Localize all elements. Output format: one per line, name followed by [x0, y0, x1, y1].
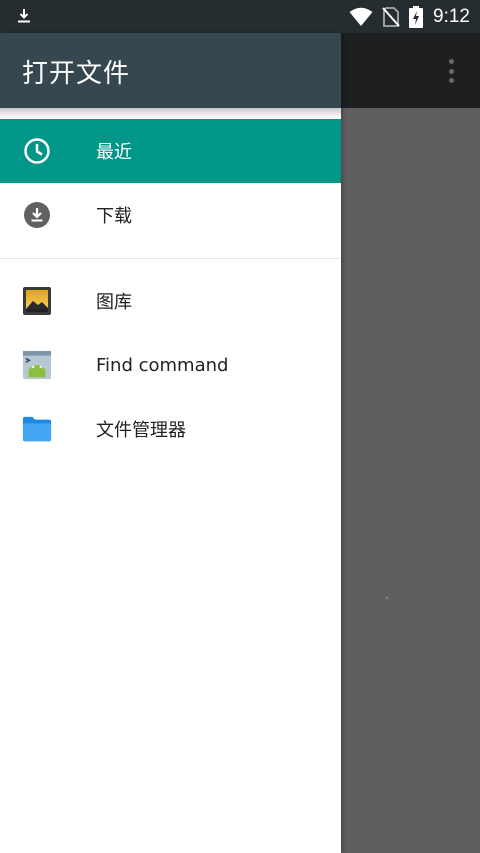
drawer-divider [0, 258, 341, 259]
status-time: 9:12 [433, 6, 470, 27]
nav-item-label: 下载 [96, 206, 132, 227]
nav-item-label: Find command [96, 354, 229, 376]
clock-icon [22, 136, 52, 166]
wifi-icon [349, 7, 373, 26]
download-circle-icon [22, 200, 52, 230]
android-app-icon [22, 350, 52, 380]
nav-item-file-manager[interactable]: 文件管理器 [0, 397, 341, 461]
download-icon [18, 9, 30, 23]
nav-item-recent[interactable]: 最近 [0, 119, 341, 183]
header-shadow [0, 108, 341, 118]
nav-item-gallery[interactable]: 图库 [0, 269, 341, 333]
navigation-drawer: 打开文件 最近 下载 图库 Find command 文件管理器 [0, 33, 341, 853]
scrim-speck [386, 597, 388, 599]
drawer-title: 打开文件 [22, 59, 131, 89]
no-sim-icon [382, 7, 400, 27]
drawer-header: 打开文件 [0, 33, 341, 108]
nav-item-label: 最近 [96, 142, 132, 163]
status-bar: 9:12 [0, 0, 480, 33]
gallery-icon [22, 286, 52, 316]
nav-item-downloads[interactable]: 下载 [0, 183, 341, 247]
battery-charging-icon [409, 6, 424, 28]
nav-item-find-command[interactable]: Find command [0, 333, 341, 397]
nav-item-label: 图库 [96, 292, 132, 313]
nav-item-label: 文件管理器 [96, 420, 186, 441]
more-vert-icon[interactable] [440, 56, 462, 86]
folder-icon [22, 414, 52, 444]
